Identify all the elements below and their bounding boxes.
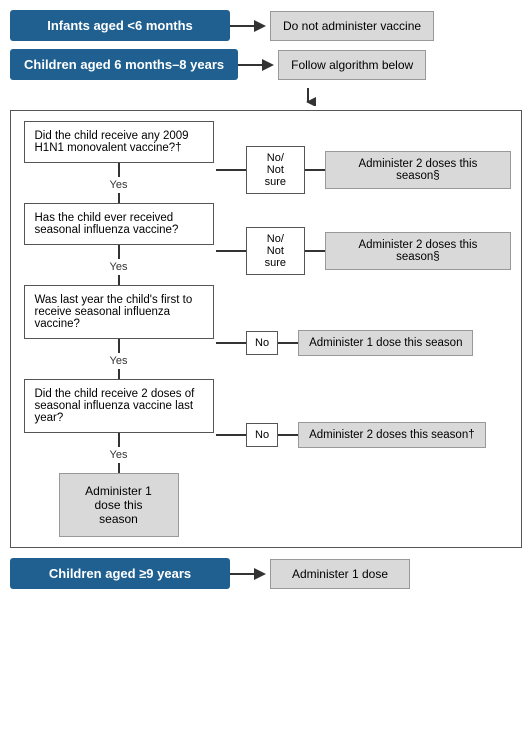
q4-left: Did the child receive 2 doses of seasona… <box>21 379 216 473</box>
infants-header: Infants aged <6 months <box>10 10 230 41</box>
q3-no-row: No Administer 1 dose this season <box>216 330 473 356</box>
final-section: Administer 1 dose this season <box>21 473 216 537</box>
q2-left: Has the child ever received seasonal inf… <box>21 203 216 285</box>
q4-v-line2 <box>118 463 120 473</box>
q4-no-row: No Administer 2 doses this season† <box>216 422 486 448</box>
flowchart: Infants aged <6 months Do not administer… <box>10 10 522 597</box>
q2-box: Has the child ever received seasonal inf… <box>24 203 214 245</box>
q1-left: Did the child receive any 2009 H1N1 mono… <box>21 121 216 203</box>
down-arrow-to-algo <box>300 88 316 106</box>
final-result-box: Administer 1 dose this season <box>59 473 179 537</box>
q2-h-line2 <box>305 250 325 252</box>
q2-v-line2 <box>118 275 120 285</box>
arrow-right-infants <box>230 18 270 34</box>
arrow-right-children68 <box>238 57 278 73</box>
infants-result: Do not administer vaccine <box>270 11 434 41</box>
q1-no-box: No/ Not sure <box>246 146 305 194</box>
q4-v-line <box>118 433 120 447</box>
q3-box: Was last year the child's first to recei… <box>24 285 214 339</box>
q2-no-row: No/ Not sure Administer 2 doses this sea… <box>216 227 511 275</box>
children68-result: Follow algorithm below <box>278 50 426 80</box>
children68-row: Children aged 6 months–8 years Follow al… <box>10 49 522 80</box>
q4-right: No Administer 2 doses this season† <box>216 379 486 473</box>
q1-yes-label: Yes <box>110 177 128 193</box>
q2-v-line <box>118 245 120 259</box>
q1-no-row: No/ Not sure Administer 2 doses this sea… <box>216 146 511 194</box>
q4-no-box: No <box>246 423 278 447</box>
q3-yes-label: Yes <box>110 353 128 369</box>
q2-section: Has the child ever received seasonal inf… <box>21 203 511 285</box>
q2-result: Administer 2 doses this season§ <box>325 232 511 270</box>
children9-row: Children aged ≥9 years Administer 1 dose <box>10 558 522 589</box>
q2-h-line1 <box>216 250 246 252</box>
algorithm-box: Did the child receive any 2009 H1N1 mono… <box>10 110 522 548</box>
q3-h-line2 <box>278 342 298 344</box>
q1-h-line1 <box>216 169 246 171</box>
q4-h-line1 <box>216 434 246 436</box>
q1-h-line2 <box>305 169 325 171</box>
infants-row: Infants aged <6 months Do not administer… <box>10 10 522 41</box>
q3-v-line2 <box>118 369 120 379</box>
arrow-right-children9 <box>230 566 270 582</box>
q1-section: Did the child receive any 2009 H1N1 mono… <box>21 121 511 203</box>
q2-yes-label: Yes <box>110 259 128 275</box>
q3-h-line1 <box>216 342 246 344</box>
q4-h-line2 <box>278 434 298 436</box>
q1-box: Did the child receive any 2009 H1N1 mono… <box>24 121 214 163</box>
q3-result: Administer 1 dose this season <box>298 330 473 356</box>
q4-box: Did the child receive 2 doses of seasona… <box>24 379 214 433</box>
q1-v-line <box>118 163 120 177</box>
children68-header: Children aged 6 months–8 years <box>10 49 238 80</box>
children9-header: Children aged ≥9 years <box>10 558 230 589</box>
q1-right: No/ Not sure Administer 2 doses this sea… <box>216 121 511 203</box>
q3-section: Was last year the child's first to recei… <box>21 285 511 379</box>
children9-result: Administer 1 dose <box>270 559 410 589</box>
q4-yes-label: Yes <box>110 447 128 463</box>
q3-right: No Administer 1 dose this season <box>216 285 473 379</box>
q3-v-line <box>118 339 120 353</box>
q3-no-box: No <box>246 331 278 355</box>
q4-result: Administer 2 doses this season† <box>298 422 486 448</box>
q2-no-box: No/ Not sure <box>246 227 305 275</box>
q2-right: No/ Not sure Administer 2 doses this sea… <box>216 203 511 285</box>
q3-left: Was last year the child's first to recei… <box>21 285 216 379</box>
q1-v-line2 <box>118 193 120 203</box>
q4-section: Did the child receive 2 doses of seasona… <box>21 379 511 473</box>
q1-result: Administer 2 doses this season§ <box>325 151 511 189</box>
